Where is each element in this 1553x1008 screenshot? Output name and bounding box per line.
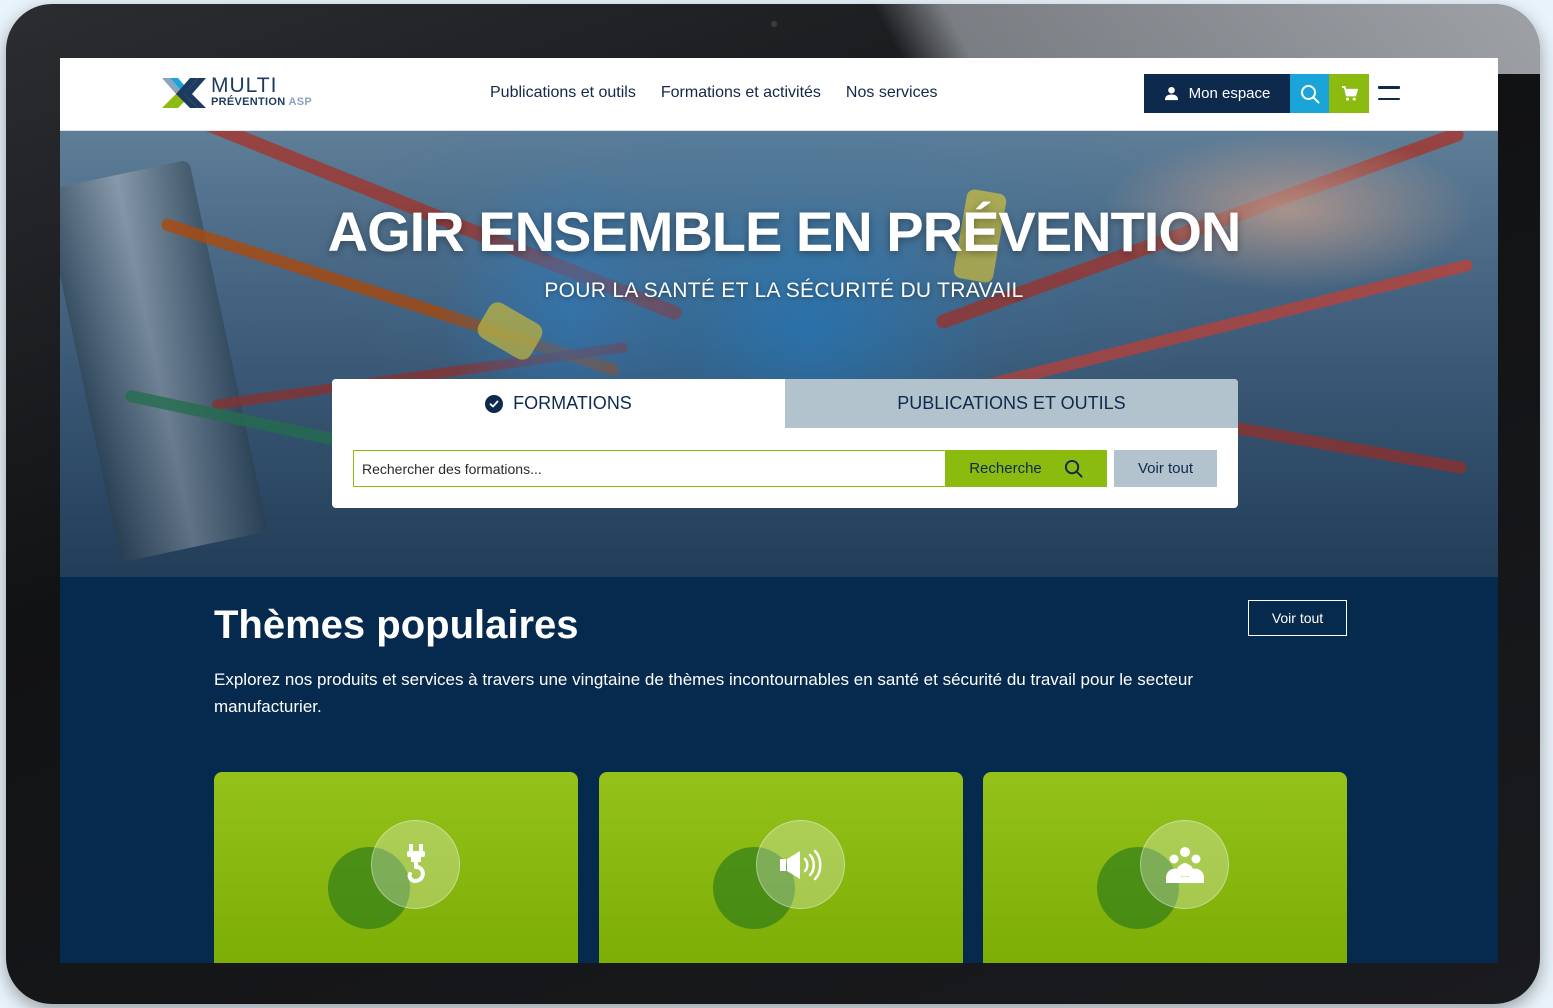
cart-icon	[1341, 85, 1358, 101]
menu-bar	[1378, 86, 1400, 89]
tablet-frame: MULTI PRÉVENTION ASP Publications et out…	[6, 4, 1540, 1004]
people-group-icon	[1165, 846, 1204, 883]
hero-banner: AGIR ENSEMBLE EN PRÉVENTION POUR LA SANT…	[60, 131, 1498, 577]
hero-overlay	[60, 131, 1498, 577]
card-icon-circle	[756, 820, 845, 909]
hero-title: AGIR ENSEMBLE EN PRÉVENTION	[327, 200, 1242, 263]
noise-speaker-icon	[779, 849, 821, 880]
nav-item-services[interactable]: Nos services	[846, 84, 938, 102]
nav-item-publications[interactable]: Publications et outils	[490, 84, 636, 102]
logo-mark-icon	[162, 78, 206, 108]
search-icon	[1300, 84, 1319, 103]
nav-item-formations[interactable]: Formations et activités	[661, 84, 821, 102]
theme-card[interactable]	[599, 772, 963, 963]
site-header: MULTI PRÉVENTION ASP Publications et out…	[60, 58, 1498, 131]
tab-formations[interactable]: FORMATIONS	[332, 379, 785, 428]
check-circle-icon	[485, 394, 504, 413]
section-description: Explorez nos produits et services à trav…	[214, 670, 1193, 716]
search-submit-label: Recherche	[969, 460, 1042, 477]
account-button-label: Mon espace	[1188, 85, 1271, 102]
account-button[interactable]: Mon espace	[1144, 74, 1290, 113]
card-icon-circle	[1140, 820, 1229, 909]
camera-icon	[769, 19, 779, 29]
cart-button[interactable]	[1329, 74, 1369, 113]
user-icon	[1164, 86, 1178, 101]
section-title: Thèmes populaires	[214, 603, 579, 647]
logo-text-asp: ASP	[288, 96, 312, 108]
logo-text-multi: MULTI	[211, 74, 278, 97]
crane-hook-icon	[406, 843, 425, 883]
popular-themes-section: Thèmes populaires Explorez nos produits …	[60, 577, 1498, 963]
theme-card[interactable]	[983, 772, 1347, 963]
site-logo[interactable]: MULTI PRÉVENTION ASP	[160, 74, 330, 114]
search-input[interactable]	[353, 450, 946, 487]
search-submit-button[interactable]: Recherche	[945, 450, 1107, 487]
tab-publications-label: PUBLICATIONS ET OUTILS	[897, 393, 1126, 413]
tab-formations-label: FORMATIONS	[513, 393, 632, 413]
themes-view-all-button[interactable]: Voir tout	[1248, 600, 1347, 636]
tab-publications[interactable]: PUBLICATIONS ET OUTILS	[785, 379, 1238, 428]
logo-text-prevention: PRÉVENTION ASP	[211, 96, 312, 108]
search-view-all-button[interactable]: Voir tout	[1114, 450, 1217, 487]
menu-bar	[1378, 97, 1400, 100]
hero-subtitle: POUR LA SANTÉ ET LA SÉCURITÉ DU TRAVAIL	[544, 279, 1024, 302]
search-icon	[1064, 459, 1083, 478]
logo-text-prevention-word: PRÉVENTION	[211, 96, 286, 108]
hamburger-menu-icon[interactable]	[1378, 84, 1400, 102]
main-nav: Publications et outils Formations et act…	[490, 84, 963, 102]
screen: MULTI PRÉVENTION ASP Publications et out…	[60, 58, 1498, 963]
card-icon-circle	[371, 820, 460, 909]
header-search-button[interactable]	[1290, 74, 1329, 113]
search-panel: FORMATIONS PUBLICATIONS ET OUTILS Recher…	[332, 379, 1238, 508]
theme-card[interactable]	[214, 772, 578, 963]
